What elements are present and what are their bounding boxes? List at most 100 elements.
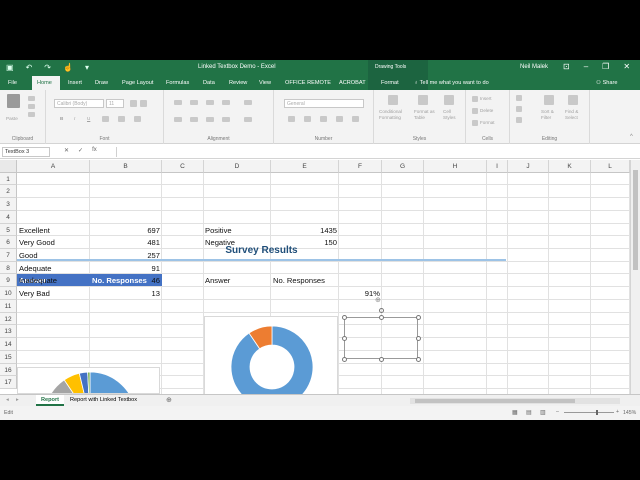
center-align-icon[interactable] [190,117,198,122]
zoom-slider-thumb[interactable] [596,410,598,415]
table-cell-answer[interactable]: Very Bad [17,287,90,298]
grow-font-icon[interactable] [130,100,137,107]
ribbon-display-icon[interactable]: ⊡ [563,62,570,71]
table-cell-answer[interactable]: Adequate [17,262,90,273]
table-cell-answer[interactable]: Inadequate [17,274,90,285]
row-header[interactable]: 14 [0,338,17,351]
formula-input[interactable] [116,147,636,157]
number-format-select[interactable]: General [284,99,364,108]
share-button[interactable]: ⚇ Share [596,80,618,86]
top-align-icon[interactable] [174,100,182,105]
vertical-scroll-thumb[interactable] [633,170,638,270]
redo-icon[interactable]: ↷ [44,63,51,72]
left-align-icon[interactable] [174,117,182,122]
resize-handle[interactable] [341,356,347,362]
increase-decimal-icon[interactable] [336,116,343,122]
table-cell-responses[interactable]: 91 [90,262,162,273]
column-header[interactable]: D [204,160,271,173]
row-header[interactable]: 16 [0,364,17,376]
worksheet-grid[interactable]: ABCDEFGHIJKL 1 2 3 4 5 6 7 8 9 10 11 12 13 14 15 16 17 S… [0,160,630,394]
tab-office-remote[interactable]: OFFICE REMOTE [285,76,331,90]
zoom-out-icon[interactable]: – [556,409,559,415]
row-header[interactable]: 15 [0,351,17,364]
comma-icon[interactable] [320,116,327,122]
format-painter-icon[interactable] [28,112,35,117]
user-name[interactable]: Neil Malek [520,64,548,70]
cancel-icon[interactable]: ✕ [64,147,69,154]
horizontal-scroll-thumb[interactable] [415,399,575,403]
tab-page-layout[interactable]: Page Layout [122,76,153,90]
zoom-in-icon[interactable]: + [616,409,619,415]
row-header[interactable]: 17 [0,376,17,389]
right-align-icon[interactable] [206,117,214,122]
conditional-formatting-icon[interactable] [388,95,398,105]
resize-handle[interactable] [378,314,384,320]
bottom-align-icon[interactable] [206,100,214,105]
row-header[interactable]: 9 [0,274,17,287]
close-icon[interactable]: ✕ [623,62,630,71]
column-header[interactable]: E [271,160,339,173]
autosum-icon[interactable] [516,95,522,101]
row-header[interactable]: 12 [0,313,17,325]
font-color-icon[interactable] [134,116,141,122]
row-header[interactable]: 8 [0,262,17,274]
zoom-level[interactable]: 145% [623,410,636,416]
resize-handle[interactable] [415,314,421,320]
selected-textbox[interactable] [344,317,418,359]
row-header[interactable]: 10 [0,287,17,300]
prev-sheet-icon[interactable]: ◂ [6,397,9,403]
select-all-corner[interactable] [0,160,17,173]
find-select-icon[interactable] [568,95,578,105]
tab-draw[interactable]: Draw [95,76,108,90]
tab-review[interactable]: Review [229,76,247,90]
table-cell-responses[interactable]: 481 [90,236,162,247]
tab-insert[interactable]: Insert [68,76,82,90]
italic-icon[interactable]: I [74,116,75,122]
decrease-decimal-icon[interactable] [352,116,359,122]
underline-icon[interactable]: U [87,116,90,122]
summary-cell-answer[interactable]: Positive [203,224,234,235]
table-cell-answer[interactable]: Very Good [17,236,90,247]
tab-view[interactable]: View [259,76,271,90]
column-header[interactable]: B [90,160,162,173]
tab-file[interactable]: File [8,76,17,90]
page-break-view-icon[interactable]: ▥ [540,409,546,416]
summary-cell-responses[interactable]: 1435 [271,224,339,235]
percent-icon[interactable] [304,116,311,122]
customize-qat-icon[interactable]: ▾ [85,63,89,72]
row-header[interactable]: 4 [0,211,17,224]
normal-view-icon[interactable]: ▦ [512,409,518,416]
table-cell-answer[interactable]: Good [17,249,90,260]
enter-icon[interactable]: ✓ [78,147,83,154]
undo-icon[interactable]: ↶ [26,63,33,72]
column-header[interactable]: L [591,160,630,173]
table-cell-responses[interactable]: 46 [90,274,162,285]
resize-handle[interactable] [415,335,421,341]
format-as-table-icon[interactable] [418,95,428,105]
fill-color-icon[interactable] [118,116,125,122]
column-header[interactable]: A [17,160,90,173]
format-label[interactable]: Format [480,120,495,126]
restore-icon[interactable]: ❐ [602,62,609,71]
copy-icon[interactable] [28,104,35,109]
tab-formulas[interactable]: Formulas [166,76,189,90]
column-header[interactable]: H [424,160,487,173]
tab-home[interactable]: Home [32,76,60,90]
insert-label[interactable]: Insert [480,96,492,102]
wrap-text-icon[interactable] [244,100,252,105]
cell-styles-icon[interactable] [444,95,454,105]
resize-handle[interactable] [378,356,384,362]
row-header[interactable]: 13 [0,325,17,338]
resize-handle[interactable] [341,335,347,341]
column-header[interactable]: C [162,160,204,173]
insert-function-icon[interactable]: fx [92,147,97,154]
save-icon[interactable]: ▣ [6,63,14,72]
collapse-ribbon-icon[interactable]: ^ [630,134,633,140]
summary-header-answer[interactable]: Answer [203,274,232,285]
row-header[interactable]: 5 [0,224,17,236]
resize-handle[interactable] [341,314,347,320]
shrink-font-icon[interactable] [140,100,147,107]
donut-chart[interactable] [204,316,338,394]
tell-me-box[interactable]: ♁ Tell me what you want to do [414,80,489,86]
fill-icon[interactable] [516,106,522,112]
